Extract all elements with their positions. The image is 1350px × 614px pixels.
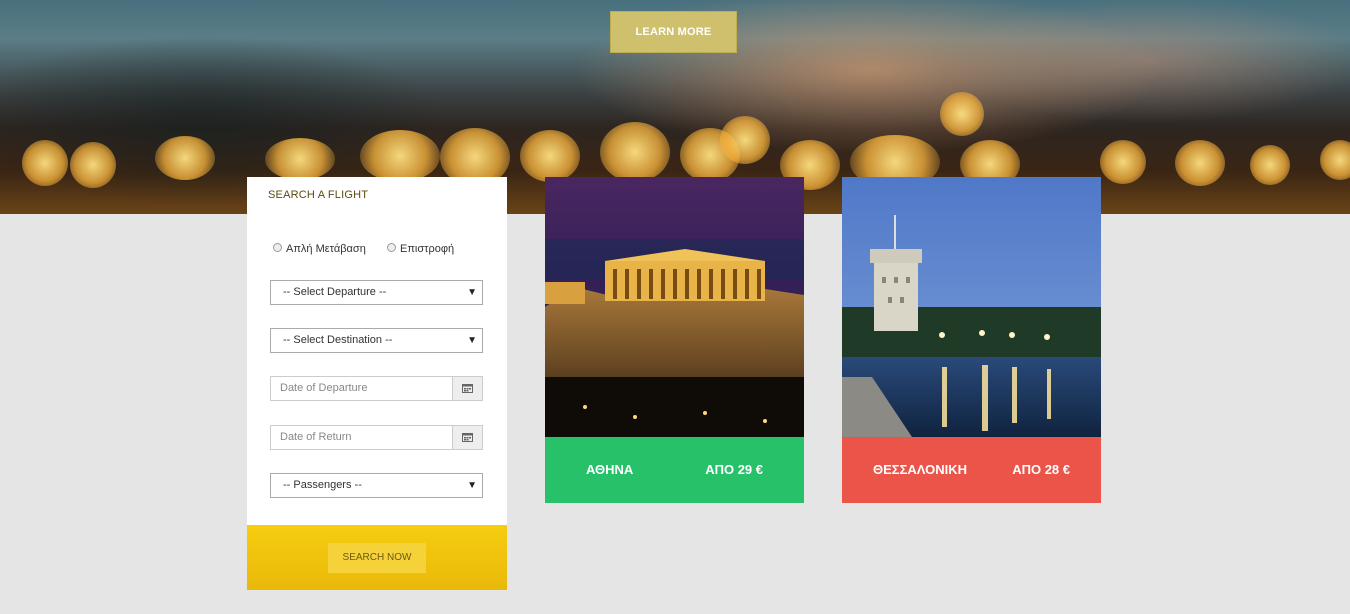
- bokeh-light: [155, 136, 215, 180]
- bokeh-light: [22, 140, 68, 186]
- passengers-select[interactable]: -- Passengers -- ▼: [270, 473, 483, 498]
- bokeh-light: [1175, 140, 1225, 186]
- bokeh-light: [1100, 140, 1146, 184]
- bokeh-light: [520, 130, 580, 182]
- thessaloniki-price-bar: ΘΕΣΣΑΛΟΝΙΚΗ ΑΠΟ 28 €: [842, 437, 1101, 503]
- departure-date-field[interactable]: Date of Departure: [270, 376, 483, 401]
- destination-name: ΘΕΣΣΑΛΟΝΙΚΗ: [873, 462, 967, 477]
- dropdown-arrow-icon: ▼: [467, 480, 477, 491]
- bokeh-light: [940, 92, 984, 136]
- radio-icon[interactable]: [273, 243, 282, 253]
- athens-photo: [545, 177, 804, 437]
- search-now-button[interactable]: SEARCH NOW: [328, 543, 426, 573]
- departure-select[interactable]: -- Select Departure -- ▼: [270, 280, 483, 305]
- destination-price: ΑΠΟ 28 €: [1012, 462, 1070, 477]
- trip-type-return[interactable]: Επιστροφή: [387, 243, 454, 255]
- return-date-placeholder: Date of Return: [280, 431, 352, 443]
- passengers-select-value: -- Passengers --: [283, 479, 362, 491]
- dropdown-arrow-icon: ▼: [467, 287, 477, 298]
- acropolis-image: [545, 177, 804, 437]
- bokeh-light: [600, 122, 670, 182]
- bokeh-light: [265, 138, 335, 180]
- destination-price: ΑΠΟ 29 €: [705, 462, 763, 477]
- trip-type-label: Απλή Μετάβαση: [286, 243, 366, 255]
- thessaloniki-photo: [842, 177, 1101, 437]
- bokeh-light: [70, 142, 116, 188]
- calendar-icon: [462, 433, 473, 442]
- departure-date-placeholder: Date of Departure: [280, 382, 368, 394]
- dropdown-arrow-icon: ▼: [467, 335, 477, 346]
- learn-more-button[interactable]: LEARN MORE: [610, 11, 737, 53]
- flight-search-panel: SEARCH A FLIGHT Απλή Μετάβαση Επιστροφή …: [247, 177, 507, 590]
- departure-select-value: -- Select Departure --: [283, 286, 387, 298]
- bokeh-light: [720, 116, 770, 164]
- athens-price-bar: ΑΘΗΝΑ ΑΠΟ 29 €: [545, 437, 804, 503]
- destination-card-thessaloniki[interactable]: ΘΕΣΣΑΛΟΝΙΚΗ ΑΠΟ 28 €: [842, 177, 1101, 503]
- return-calendar-button[interactable]: [452, 426, 482, 449]
- search-footer: SEARCH NOW: [247, 525, 507, 590]
- calendar-icon: [462, 384, 473, 393]
- white-tower-image: [842, 177, 1101, 437]
- destination-card-athens[interactable]: ΑΘΗΝΑ ΑΠΟ 29 €: [545, 177, 804, 503]
- radio-icon[interactable]: [387, 243, 396, 253]
- destination-select[interactable]: -- Select Destination -- ▼: [270, 328, 483, 353]
- bokeh-light: [360, 130, 440, 182]
- return-date-field[interactable]: Date of Return: [270, 425, 483, 450]
- destination-select-value: -- Select Destination --: [283, 334, 393, 346]
- search-title: SEARCH A FLIGHT: [268, 189, 369, 201]
- bokeh-light: [1250, 145, 1290, 185]
- trip-type-one-way[interactable]: Απλή Μετάβαση: [273, 243, 366, 255]
- departure-calendar-button[interactable]: [452, 377, 482, 400]
- destination-name: ΑΘΗΝΑ: [586, 462, 634, 477]
- trip-type-label: Επιστροφή: [400, 243, 455, 255]
